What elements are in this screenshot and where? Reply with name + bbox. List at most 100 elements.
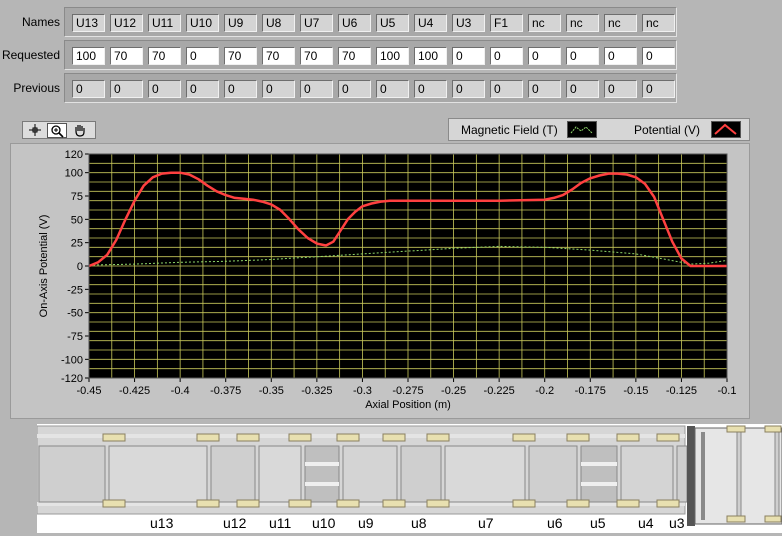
x-tick-label: -0.175: [575, 385, 606, 397]
legend-potential-label: Potential (V): [634, 123, 701, 137]
diagram-label-u4: u4: [638, 515, 654, 531]
x-tick-label: -0.425: [119, 385, 150, 397]
requested-cell-14[interactable]: 0: [604, 47, 637, 65]
requested-cell-7[interactable]: 70: [338, 47, 371, 65]
legend-magnetic-label: Magnetic Field (T): [461, 123, 558, 137]
previous-cell-14: 0: [604, 80, 637, 98]
plot-legend[interactable]: Magnetic Field (T) Potential (V): [448, 118, 750, 141]
requested-cell-0[interactable]: 100: [72, 47, 105, 65]
name-cell-12: nc: [528, 14, 561, 32]
x-tick-label: -0.1: [718, 385, 737, 397]
previous-row-label: Previous: [13, 81, 60, 95]
name-cell-9: U4: [414, 14, 447, 32]
requested-cell-15[interactable]: 0: [642, 47, 675, 65]
diagram-label-u3: u3: [669, 515, 685, 531]
previous-cell-11: 0: [490, 80, 523, 98]
y-tick-label: -75: [67, 331, 83, 343]
x-tick-label: -0.3: [353, 385, 372, 397]
requested-cell-4[interactable]: 70: [224, 47, 257, 65]
name-cell-11: F1: [490, 14, 523, 32]
diagram-label-u9: u9: [358, 515, 374, 531]
name-cell-5: U8: [262, 14, 295, 32]
requested-cell-1[interactable]: 70: [110, 47, 143, 65]
waveform-graph: -0.45 -0.425 -0.4 -0.375 -0.35 -0.325 -0.3 -0.2…: [10, 143, 750, 419]
potential-legend-swatch[interactable]: [711, 121, 741, 138]
y-tick-label: 100: [65, 168, 83, 180]
previous-cell-12: 0: [528, 80, 561, 98]
requested-array: 100 70 70 0 70 70 70 70 100 100 0 0 0 0 0 0: [64, 40, 677, 70]
requested-cell-2[interactable]: 70: [148, 47, 181, 65]
x-tick-label: -0.325: [301, 385, 332, 397]
name-cell-15: nc: [642, 14, 675, 32]
x-tick-label: -0.35: [259, 385, 284, 397]
name-cell-7: U6: [338, 14, 371, 32]
name-cell-4: U9: [224, 14, 257, 32]
previous-cell-10: 0: [452, 80, 485, 98]
x-tick-label: -0.125: [666, 385, 697, 397]
name-cell-2: U11: [148, 14, 181, 32]
x-tick-label: -0.225: [484, 385, 515, 397]
requested-cell-10[interactable]: 0: [452, 47, 485, 65]
previous-cell-4: 0: [224, 80, 257, 98]
names-row-label: Names: [21, 15, 60, 29]
name-cell-3: U10: [186, 14, 219, 32]
y-tick-label: -25: [67, 284, 83, 296]
previous-cell-8: 0: [376, 80, 409, 98]
diagram-label-u13: u13: [150, 515, 174, 531]
diagram-label-u8: u8: [411, 515, 427, 531]
cursor-crosshair-icon[interactable]: [25, 123, 45, 138]
y-tick-label: -100: [61, 354, 83, 366]
y-tick-label: 120: [65, 149, 83, 161]
lens-stack-drawing: u13 u12 u11 u10 u9 u8 u7 u6 u5 u4 u3: [36, 424, 782, 533]
previous-array: 0000000000000000: [64, 73, 677, 103]
requested-cell-11[interactable]: 0: [490, 47, 523, 65]
y-tick-label: 75: [71, 191, 83, 203]
y-tick-label: -120: [61, 373, 83, 385]
name-cell-8: U5: [376, 14, 409, 32]
pan-hand-icon[interactable]: [70, 123, 90, 138]
zoom-icon[interactable]: [47, 123, 67, 138]
x-tick-label: -0.25: [441, 385, 466, 397]
y-tick-label: 25: [71, 238, 83, 250]
name-cell-13: nc: [566, 14, 599, 32]
diagram-label-u11: u11: [269, 515, 292, 531]
previous-cell-6: 0: [300, 80, 333, 98]
y-axis-label: On-Axis Potential (V): [38, 215, 50, 318]
name-cell-14: nc: [604, 14, 637, 32]
name-cell-6: U7: [300, 14, 333, 32]
previous-cell-7: 0: [338, 80, 371, 98]
previous-cell-9: 0: [414, 80, 447, 98]
graph-palette: [22, 121, 96, 139]
diagram-label-u12: u12: [223, 515, 247, 531]
requested-cell-13[interactable]: 0: [566, 47, 599, 65]
x-tick-label: -0.2: [535, 385, 554, 397]
previous-cell-15: 0: [642, 80, 675, 98]
previous-cell-0: 0: [72, 80, 105, 98]
requested-cell-6[interactable]: 70: [300, 47, 333, 65]
y-tick-label: 0: [77, 261, 83, 273]
x-tick-label: -0.45: [76, 385, 101, 397]
requested-cell-12[interactable]: 0: [528, 47, 561, 65]
chart-svg: -0.45 -0.425 -0.4 -0.375 -0.35 -0.325 -0.3 -0.2…: [38, 149, 737, 411]
name-cell-10: U3: [452, 14, 485, 32]
magnetic-legend-swatch[interactable]: [567, 121, 597, 138]
x-axis-label: Axial Position (m): [365, 399, 451, 411]
requested-cell-9[interactable]: 100: [414, 47, 447, 65]
previous-cell-3: 0: [186, 80, 219, 98]
previous-cell-2: 0: [148, 80, 181, 98]
y-tick-label: 50: [71, 214, 83, 226]
previous-cell-1: 0: [110, 80, 143, 98]
requested-row-label: Requested: [1, 48, 60, 62]
requested-cell-3[interactable]: 0: [186, 47, 219, 65]
requested-cell-8[interactable]: 100: [376, 47, 409, 65]
x-tick-label: -0.4: [171, 385, 190, 397]
diagram-label-u6: u6: [547, 515, 563, 531]
x-tick-label: -0.275: [392, 385, 423, 397]
previous-cell-13: 0: [566, 80, 599, 98]
name-cell-1: U12: [110, 14, 143, 32]
diagram-label-u10: u10: [312, 515, 336, 531]
diagram-label-u5: u5: [590, 515, 606, 531]
requested-cell-5[interactable]: 70: [262, 47, 295, 65]
diagram-label-u7: u7: [478, 515, 494, 531]
x-tick-label: -0.15: [623, 385, 648, 397]
